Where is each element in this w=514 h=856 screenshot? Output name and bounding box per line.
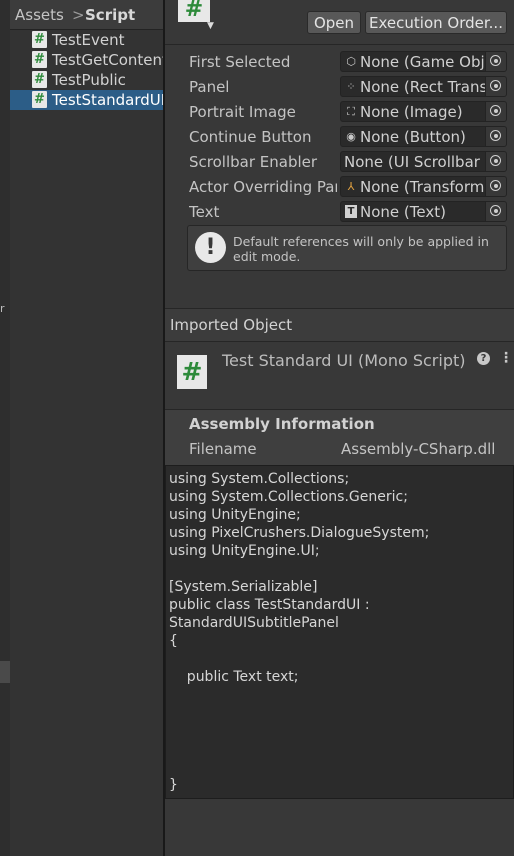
breadcrumb-current[interactable]: Script [85,6,135,24]
object-field-portrait-image[interactable]: ⛶ None (Image) [340,101,507,122]
filename-value: Assembly-CSharp.dll [341,440,496,458]
object-field-actor-overriding-panel[interactable]: ⅄ None (Transform) [340,176,507,197]
object-field-panel[interactable]: ⁘ None (Rect Transform) [340,76,507,97]
help-text: Default references will only be applied … [233,234,489,264]
file-item-testpublic[interactable]: # TestPublic [10,70,163,90]
chevron-down-icon[interactable]: ▼ [207,21,214,31]
button-icon: ◉ [346,130,356,143]
property-label-actor-overriding-panel: Actor Overriding Panel [189,178,337,196]
object-picker-icon[interactable] [485,127,506,146]
kebab-menu-icon[interactable]: ⋮ [499,350,513,367]
panel-gutter [0,0,10,856]
open-button[interactable]: Open [307,11,361,34]
transform-icon: ⅄ [347,180,355,193]
csharp-script-icon: # [32,31,47,48]
breadcrumb-root[interactable]: Assets [15,6,64,24]
breadcrumb-separator-icon: > [72,6,85,24]
field-value: None (Text) [360,203,446,221]
info-exclamation-icon: ! [195,232,226,263]
file-item-testgetcontent[interactable]: # TestGetContent [10,50,163,70]
field-value: None (Image) [360,103,463,121]
file-item-testevent[interactable]: # TestEvent [10,30,163,50]
gutter-highlight [0,661,10,683]
object-picker-icon[interactable] [485,152,506,171]
file-label: TestGetContent [52,51,163,69]
code-text: using System.Collections; using System.C… [169,471,430,793]
field-value: None (Button) [360,128,466,146]
cube-icon: ⬡ [346,55,356,68]
property-label-first-selected: First Selected [189,53,291,71]
divider [165,44,514,45]
object-field-first-selected[interactable]: ⬡ None (Game Object) [340,51,507,72]
gutter-glyph: r [0,302,5,315]
object-picker-icon[interactable] [485,77,506,96]
breadcrumb: Assets > Script [10,0,163,30]
object-picker-icon[interactable] [485,202,506,221]
csharp-script-icon: # [178,0,210,22]
field-value: None (Rect Transform) [360,78,486,96]
object-picker-icon[interactable] [485,102,506,121]
object-picker-icon[interactable] [485,177,506,196]
imported-object-label: Imported Object [170,316,293,334]
property-label-scrollbar-enabler: Scrollbar Enabler [189,153,318,171]
property-label-portrait-image: Portrait Image [189,103,296,121]
text-icon: T [345,205,357,218]
field-value: None (Transform) [360,178,486,196]
execution-order-button[interactable]: Execution Order... [365,11,507,34]
object-picker-icon[interactable] [485,52,506,71]
assembly-information-title: Assembly Information [189,415,375,433]
divider [165,341,514,342]
file-label: TestPublic [52,71,126,89]
property-label-continue-button: Continue Button [189,128,312,146]
object-field-continue-button[interactable]: ◉ None (Button) [340,126,507,147]
project-panel [0,0,163,856]
field-value: None (UI Scrollbar Enabler) [344,153,486,171]
csharp-script-icon: # [32,71,47,88]
property-label-panel: Panel [189,78,230,96]
property-label-text: Text [189,203,220,221]
field-value: None (Game Object) [360,53,486,71]
help-icon[interactable]: ? [477,352,490,365]
object-field-text[interactable]: T None (Text) [340,201,507,222]
rect-transform-icon: ⁘ [346,80,356,93]
image-icon: ⛶ [347,105,355,118]
script-title: Test Standard UI (Mono Script) [222,351,466,370]
csharp-script-icon: # [32,91,47,108]
file-label: TestStandardUI [52,91,163,109]
file-item-teststandardui[interactable]: # TestStandardUI [10,90,163,110]
filename-label: Filename [189,440,257,458]
file-label: TestEvent [52,31,125,49]
object-field-scrollbar-enabler[interactable]: None (UI Scrollbar Enabler) [340,151,507,172]
csharp-script-icon: # [32,51,47,68]
csharp-script-icon: # [177,355,207,389]
